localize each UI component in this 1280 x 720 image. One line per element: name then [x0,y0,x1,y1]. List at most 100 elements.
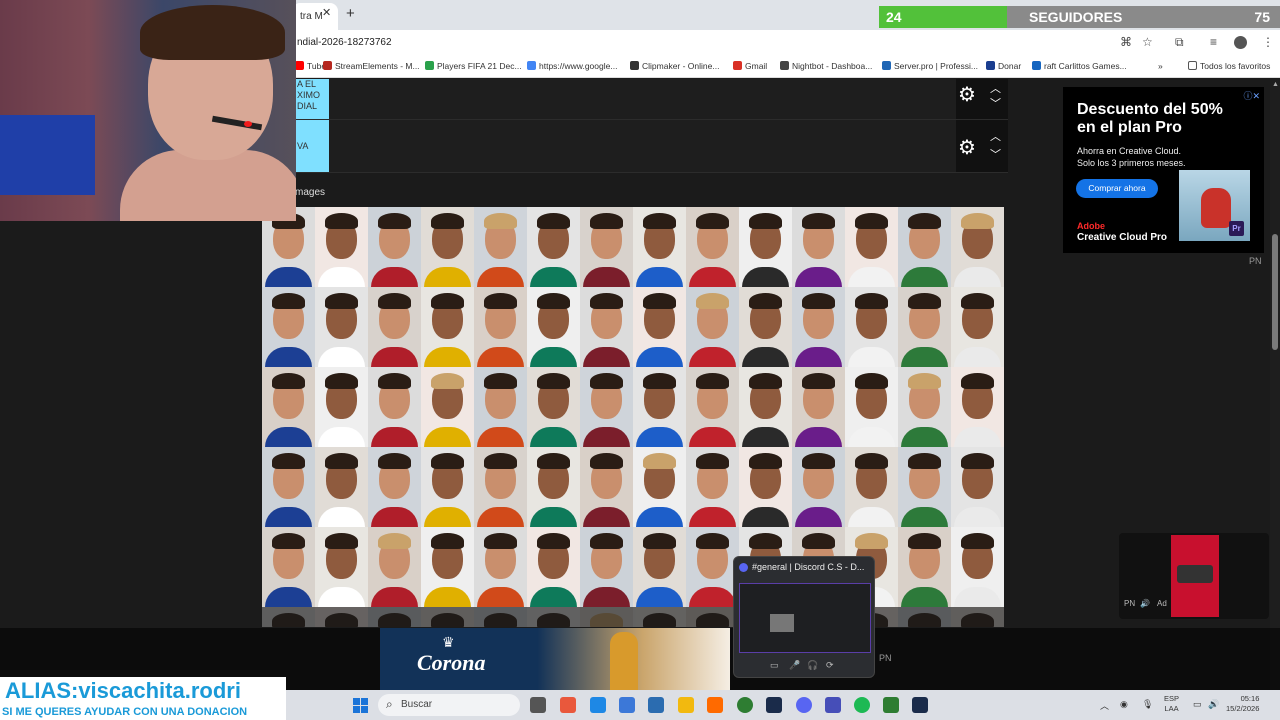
more-bookmarks-icon[interactable]: » [1158,61,1163,71]
tier-label[interactable]: VA [295,120,329,172]
player-face-image[interactable] [845,447,898,527]
player-face-image[interactable] [527,447,580,527]
all-favorites-link[interactable]: Todos los favoritos [1188,61,1270,71]
player-face-image[interactable] [686,447,739,527]
player-face-image[interactable] [368,447,421,527]
player-face-image[interactable] [368,207,421,287]
player-face-image[interactable] [368,287,421,367]
player-face-image[interactable] [686,287,739,367]
bookmark-item[interactable]: Tube [295,61,326,71]
chevron-up-icon[interactable]: ︿ [990,80,1001,96]
player-face-image[interactable] [845,287,898,367]
taskbar-app-icon[interactable] [825,697,841,713]
player-face-image[interactable] [262,287,315,367]
player-face-image[interactable] [421,287,474,367]
player-face-image[interactable] [898,287,951,367]
player-face-image[interactable] [633,447,686,527]
taskbar-app-icon[interactable] [648,697,664,713]
discord-thumbnail[interactable] [739,583,871,653]
player-face-image[interactable] [792,367,845,447]
player-face-image[interactable] [474,207,527,287]
bookmark-item[interactable]: Nightbot - Dashboa... [780,61,872,71]
player-face-image[interactable] [421,607,474,627]
taskbar-app-icon[interactable] [883,697,899,713]
ad-info-icon[interactable]: ⓘ✕ [1243,89,1260,102]
player-face-image[interactable] [421,367,474,447]
more-options-icon[interactable]: ⋮ [1262,35,1274,49]
player-face-image[interactable] [527,607,580,627]
player-face-image[interactable] [580,447,633,527]
volume-icon[interactable]: 🔊 [1208,699,1219,710]
player-face-image[interactable] [739,207,792,287]
headphones-icon[interactable]: 🎧 [807,660,818,671]
player-face-image[interactable] [527,367,580,447]
taskbar-app-icon[interactable] [737,697,753,713]
player-face-image[interactable] [315,207,368,287]
star-icon[interactable]: ☆ [1142,35,1153,49]
mini-video-ad[interactable]: PN 🔊 Ad [1119,533,1269,619]
mic-icon[interactable]: 🎙 [1142,699,1153,710]
new-tab-button[interactable]: + [346,5,355,22]
taskbar-app-icon[interactable] [796,697,812,713]
bookmark-item[interactable]: Server.pro | Professi... [882,61,978,71]
player-face-image[interactable] [421,527,474,607]
chevron-down-icon[interactable]: ﹀ [990,146,1001,162]
taskbar-app-icon[interactable] [678,697,694,713]
player-face-image[interactable] [315,607,368,627]
sound-icon[interactable]: 🔊 [1140,599,1150,608]
player-face-image[interactable] [474,607,527,627]
player-face-image[interactable] [262,367,315,447]
player-face-image[interactable] [633,287,686,367]
player-face-image[interactable] [315,367,368,447]
profile-avatar[interactable] [1234,36,1247,49]
player-face-image[interactable] [792,447,845,527]
player-face-image[interactable] [580,607,633,627]
player-face-image[interactable] [368,527,421,607]
player-face-image[interactable] [898,367,951,447]
bookmark-item[interactable]: raft Carlittos Games... [1032,61,1127,71]
bookmark-item[interactable]: Gmail [733,61,767,71]
taskbar-app-icon[interactable] [560,697,576,713]
player-face-image[interactable] [368,607,421,627]
player-face-image[interactable] [633,607,686,627]
network-icon[interactable]: ◉ [1120,699,1128,710]
player-face-image[interactable] [951,447,1004,527]
taskbar-app-icon[interactable] [912,697,928,713]
player-face-image[interactable] [580,207,633,287]
player-face-image[interactable] [739,367,792,447]
player-face-image[interactable] [580,367,633,447]
taskbar-app-icon[interactable] [530,697,546,713]
chevron-down-icon[interactable]: ﹀ [990,95,1001,111]
player-face-image[interactable] [686,207,739,287]
player-face-image[interactable] [898,207,951,287]
player-face-image[interactable] [686,527,739,607]
extensions-icon[interactable]: ⧉ [1175,35,1184,50]
player-face-image[interactable] [792,207,845,287]
clock[interactable]: 05:16 15/2/2026 [1226,694,1259,714]
scroll-up-icon[interactable]: ▲ [1272,81,1279,88]
player-face-image[interactable] [686,367,739,447]
close-tab-icon[interactable]: ✕ [322,6,331,19]
player-face-image[interactable] [474,527,527,607]
player-face-image[interactable] [686,607,739,627]
player-face-image[interactable] [527,287,580,367]
corona-ad[interactable]: ♛ Corona [380,628,730,690]
player-face-image[interactable] [474,447,527,527]
translate-icon[interactable]: ⌘ [1120,35,1132,49]
player-face-image[interactable] [633,207,686,287]
share-screen-icon[interactable]: ⟳ [826,660,834,671]
taskbar-search[interactable]: ⌕ Buscar [378,694,520,716]
taskbar-app-icon[interactable] [854,697,870,713]
language-indicator[interactable]: ESP LAA [1164,694,1179,714]
bookmark-item[interactable]: StreamElements - M... [323,61,420,71]
player-face-image[interactable] [262,607,315,627]
player-face-image[interactable] [474,367,527,447]
player-face-image[interactable] [898,607,951,627]
bookmark-item[interactable]: https://www.google... [527,61,617,71]
microphone-icon[interactable]: 🎤 [789,660,800,671]
bookmark-item[interactable]: Donar [986,61,1021,71]
player-face-image[interactable] [951,607,1004,627]
player-face-image[interactable] [845,367,898,447]
player-face-image[interactable] [898,527,951,607]
player-face-image[interactable] [368,367,421,447]
